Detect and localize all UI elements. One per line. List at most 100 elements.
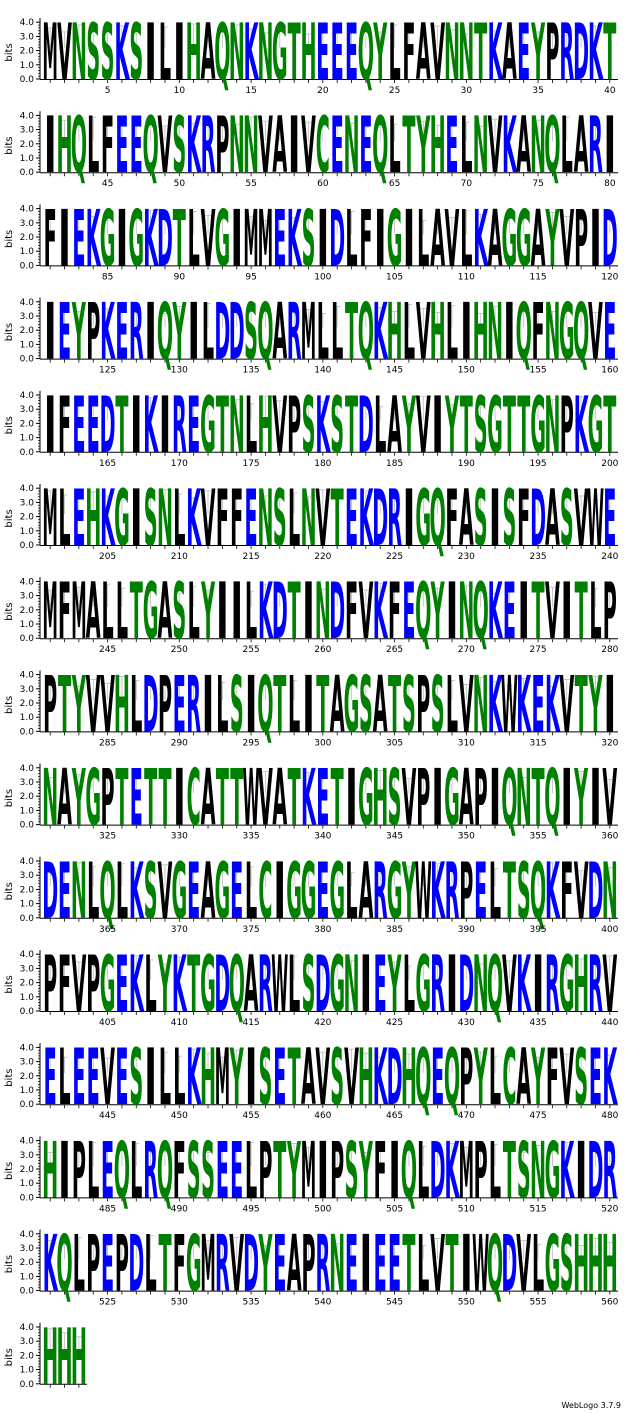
logo-letter: M xyxy=(258,195,273,285)
logo-letter: K xyxy=(287,194,303,284)
logo-letter: N xyxy=(229,381,245,471)
logo-letter: N xyxy=(458,8,474,98)
logo-letter: E xyxy=(402,567,415,657)
logo-letter: L xyxy=(173,474,185,564)
x-tick-label: 80 xyxy=(604,179,616,189)
y-tick-label: 4.0 xyxy=(20,1323,35,1333)
x-tick-label: 35 xyxy=(532,86,543,96)
logo-letter: S xyxy=(517,1126,531,1216)
logo-letter: Y xyxy=(172,288,187,378)
y-axis-label: bits xyxy=(4,1255,15,1273)
logo-letter: N xyxy=(42,754,58,844)
logo-letter: K xyxy=(488,8,504,98)
x-tick-label: 470 xyxy=(458,1111,475,1121)
x-tick-label: 240 xyxy=(601,552,618,562)
logo-letter: C xyxy=(502,1033,516,1123)
logo-letter: H xyxy=(430,288,446,378)
logo-letter: D xyxy=(430,1126,446,1216)
logo-letter: I xyxy=(273,847,286,937)
logo-letter: P xyxy=(459,1033,473,1123)
logo-letter: P xyxy=(474,754,488,844)
logo-letter: E xyxy=(359,101,372,191)
logo-letter: P xyxy=(560,381,574,471)
logo-letter: E xyxy=(316,847,329,937)
logo-letter: E xyxy=(316,754,329,844)
logo-letter: E xyxy=(230,1126,243,1216)
logo-letter: T xyxy=(503,847,516,937)
logo-letter: E xyxy=(445,101,458,191)
logo-letter: N xyxy=(157,474,173,564)
logo-letter: N xyxy=(300,474,316,564)
y-axis-label: bits xyxy=(4,882,15,900)
logo-letter: L xyxy=(202,288,214,378)
logo-letter: S xyxy=(474,381,488,471)
logo-letter: E xyxy=(273,194,286,284)
logo-letter: E xyxy=(101,1220,114,1310)
logo-letter: R xyxy=(545,940,560,1030)
y-tick-label: 1.0 xyxy=(20,713,35,723)
logo-letter: I xyxy=(316,1126,329,1216)
logo-letter: L xyxy=(159,8,171,98)
y-tick-label: 0.0 xyxy=(20,1100,35,1110)
logo-letter: E xyxy=(173,660,186,750)
logo-letter: V xyxy=(502,940,517,1030)
logo-letter: K xyxy=(545,660,561,750)
logo-letter: G xyxy=(200,381,216,471)
logo-letter: Q xyxy=(429,474,445,564)
logo-letter: Q xyxy=(358,288,374,378)
logo-letter: E xyxy=(44,1033,57,1123)
logo-letter: D xyxy=(229,288,245,378)
logo-letter: S xyxy=(302,194,316,284)
logo-letter: I xyxy=(130,381,143,471)
logo-letter: K xyxy=(516,940,532,1030)
x-tick-label: 340 xyxy=(314,832,331,842)
logo-letter: N xyxy=(229,8,245,98)
logo-letter: G xyxy=(387,194,403,284)
logo-letter: L xyxy=(116,567,128,657)
logo-letter: G xyxy=(545,1126,561,1216)
logo-letter: Y xyxy=(387,940,402,1030)
logo-letter: Y xyxy=(531,1033,546,1123)
y-tick-label: 0.0 xyxy=(20,261,35,271)
logo-letter: F xyxy=(402,8,415,98)
x-tick-label: 390 xyxy=(458,925,475,935)
logo-letter: S xyxy=(474,474,488,564)
logo-letter: A xyxy=(430,194,445,284)
logo-letter: G xyxy=(100,940,116,1030)
y-tick-label: 3.0 xyxy=(20,871,35,881)
y-tick-label: 0.0 xyxy=(20,448,35,458)
logo-letter: E xyxy=(345,8,358,98)
logo-letter: T xyxy=(158,1220,171,1310)
logo-letter: Y xyxy=(430,567,445,657)
logo-letter: Y xyxy=(445,381,460,471)
logo-letter: A xyxy=(416,8,431,98)
logo-letter: Q xyxy=(487,940,503,1030)
logo-letter: D xyxy=(602,194,618,284)
logo-letter: E xyxy=(245,474,258,564)
logo-letter: I xyxy=(187,287,200,377)
logo-letter: T xyxy=(288,1033,301,1123)
logo-letter: N xyxy=(487,288,503,378)
y-tick-label: 4.0 xyxy=(20,764,35,774)
x-tick-label: 405 xyxy=(99,1018,116,1028)
logo-letter: D xyxy=(329,194,345,284)
logo-letter: V xyxy=(559,660,574,750)
logo-letter: A xyxy=(201,754,216,844)
logo-letter: L xyxy=(345,847,357,937)
logo-letter: I xyxy=(116,194,129,284)
logo-letter: E xyxy=(58,847,71,937)
logo-letter: M xyxy=(301,288,316,378)
x-tick-label: 15 xyxy=(245,86,256,96)
logo-letter: A xyxy=(272,288,287,378)
logo-letter: T xyxy=(460,381,473,471)
logo-letter: I xyxy=(245,660,258,750)
logo-letter: S xyxy=(431,660,445,750)
logo-letter: R xyxy=(129,288,144,378)
x-tick-label: 165 xyxy=(99,459,116,469)
logo-letter: Q xyxy=(401,1126,417,1216)
logo-letter: T xyxy=(345,288,358,378)
x-tick-label: 440 xyxy=(601,1018,618,1028)
logo-letter: V xyxy=(430,1220,445,1310)
logo-letter: Q xyxy=(229,940,245,1030)
logo-letter: M xyxy=(215,1034,230,1124)
